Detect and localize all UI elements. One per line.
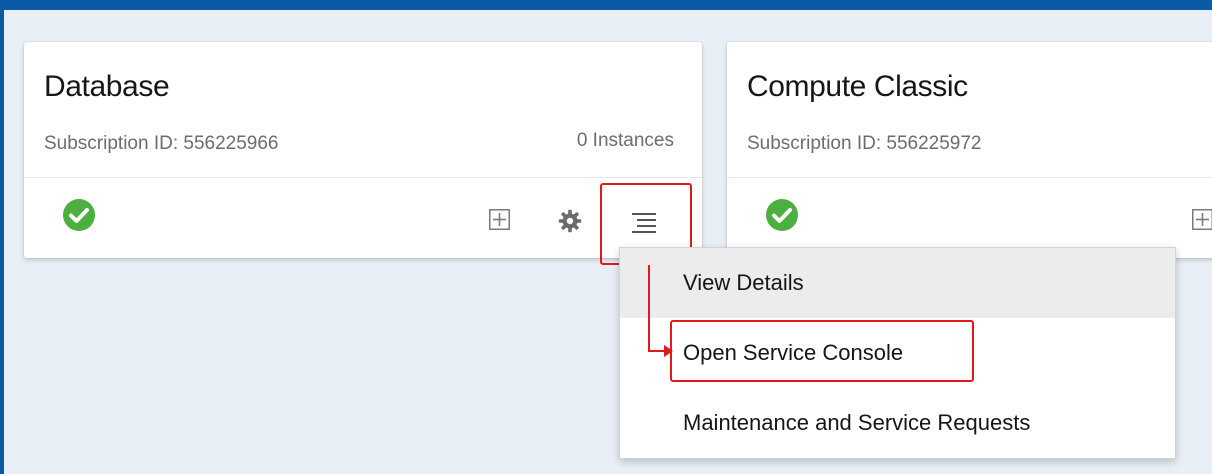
menu-item-view-details[interactable]: View Details xyxy=(620,248,1175,318)
check-circle-icon xyxy=(766,199,798,231)
annotation-arrow-line xyxy=(648,350,665,352)
card-title: Compute Classic xyxy=(747,70,968,103)
check-circle-icon xyxy=(63,199,95,231)
card-divider xyxy=(24,177,702,178)
instances-count: 0 Instances xyxy=(576,130,674,151)
menu-item-maintenance-service-requests[interactable]: Maintenance and Service Requests xyxy=(620,388,1175,458)
subscription-id: Subscription ID: 556225966 xyxy=(44,133,279,154)
plus-square-icon[interactable] xyxy=(1192,209,1212,230)
gear-icon[interactable] xyxy=(558,209,582,233)
service-card-compute-classic[interactable]: Compute Classic Subscription ID: 5562259… xyxy=(727,42,1212,258)
menu-item-highlight xyxy=(670,320,974,382)
window-left-border xyxy=(0,10,4,474)
card-title: Database xyxy=(44,70,170,103)
top-bar xyxy=(0,0,1212,10)
card-divider xyxy=(727,177,1212,178)
subscription-id: Subscription ID: 556225972 xyxy=(747,133,982,154)
plus-square-icon[interactable] xyxy=(489,209,510,230)
annotation-arrow-line xyxy=(648,265,650,351)
